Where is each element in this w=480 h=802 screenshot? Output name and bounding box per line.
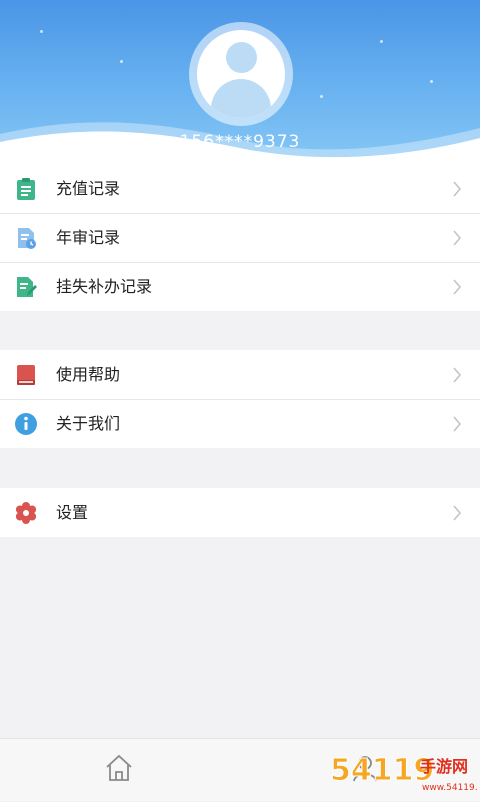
menu-item-label: 挂失补办记录 [56,277,153,296]
profile-header: 156****9373 [0,0,480,165]
svg-text:54119: 54119 [330,753,434,788]
records-menu: 充值记录 年审记录 挂失补办记录 [0,164,480,311]
menu-item-label: 充值记录 [56,179,121,198]
avatar[interactable] [189,22,293,126]
chevron-right-icon [453,367,462,383]
clipboard-icon [17,178,35,200]
watermark-sub: www.54119.cn [422,783,478,793]
menu-item-label: 关于我们 [56,414,121,433]
document-clock-icon [18,228,36,249]
settings-menu: 设置 [0,488,480,537]
menu-item-settings[interactable]: 设置 [0,488,480,537]
home-icon[interactable] [104,753,134,783]
menu-item-about-us[interactable]: 关于我们 [0,399,480,448]
watermark-text: 手游网 [420,757,468,776]
watermark: 54119 手游网 www.54119.cn [328,742,480,798]
document-edit-icon [17,277,37,297]
menu-item-loss-report-records[interactable]: 挂失补办记录 [0,262,480,311]
chevron-right-icon [453,230,462,246]
info-icon [15,413,37,435]
phone-number: 156****9373 [179,132,301,152]
menu-item-annual-review-records[interactable]: 年审记录 [0,213,480,262]
chevron-right-icon [453,416,462,432]
chevron-right-icon [453,181,462,197]
menu-item-label: 年审记录 [56,228,121,247]
gear-icon [15,502,37,524]
chevron-right-icon [453,505,462,521]
help-menu: 使用帮助 关于我们 [0,350,480,448]
chevron-right-icon [453,279,462,295]
menu-item-recharge-records[interactable]: 充值记录 [0,164,480,213]
menu-item-label: 设置 [56,503,89,522]
menu-item-label: 使用帮助 [56,365,121,384]
menu-item-help[interactable]: 使用帮助 [0,350,480,399]
book-icon [17,365,35,385]
